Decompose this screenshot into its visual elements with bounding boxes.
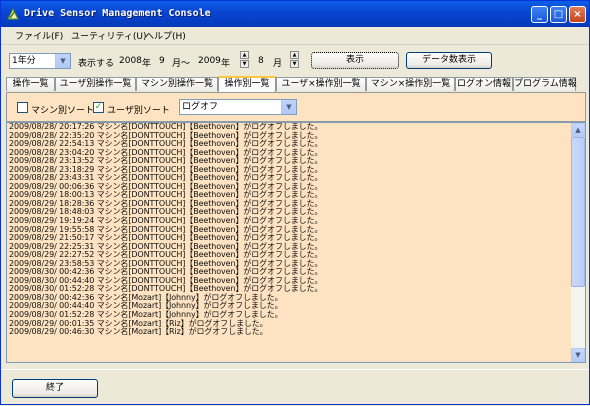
tab-strip: 操作一覧 ユーザ別操作一覧 マシン別操作一覧 操作別一覧 ユーザ×操作別一覧 マ… bbox=[6, 76, 586, 92]
app-icon bbox=[7, 7, 19, 20]
list-item[interactable] bbox=[9, 354, 569, 362]
scroll-down-icon[interactable]: ▼ bbox=[571, 348, 585, 362]
footer: 終了 bbox=[1, 369, 589, 406]
window-title: Drive Sensor Management Console bbox=[24, 8, 211, 19]
filter-panel: マシン別ソート ✓ ユーザ別ソート ログオフ ▼ bbox=[6, 92, 586, 122]
list-item[interactable] bbox=[9, 337, 569, 346]
list-item[interactable] bbox=[9, 362, 569, 363]
main-window: Drive Sensor Management Console _ □ × ファ… bbox=[0, 0, 590, 405]
month-spinner[interactable]: ▲ ▼ bbox=[290, 51, 299, 69]
display-label: 表示する bbox=[78, 59, 115, 69]
tab-operation-list[interactable]: 操作一覧 bbox=[6, 77, 55, 91]
data-count-button[interactable]: データ数表示 bbox=[406, 52, 492, 69]
tab-user-x-operation[interactable]: ユーザ×操作別一覧 bbox=[276, 77, 366, 91]
menu-utility[interactable]: ユーティリティ(U) bbox=[71, 29, 147, 42]
show-button[interactable]: 表示 bbox=[311, 52, 399, 69]
minimize-icon[interactable]: _ bbox=[531, 6, 548, 23]
to-year: 2009 bbox=[198, 56, 221, 66]
list-item[interactable]: 2009/08/29/ 00:46:30 マシン名[Mozart]【Riz】がロ… bbox=[9, 328, 569, 337]
close-icon[interactable]: × bbox=[569, 6, 586, 23]
tab-user-operation-list[interactable]: ユーザ別操作一覧 bbox=[55, 77, 136, 91]
log-rows: 2009/08/28/ 20:17:26 マシン名[DONTTOUCH]【Bee… bbox=[9, 123, 569, 363]
menu-help[interactable]: ヘルプ(H) bbox=[145, 29, 186, 42]
machine-sort-label: マシン別ソート bbox=[31, 106, 95, 116]
operation-value: ログオフ bbox=[182, 102, 219, 112]
menu-bar: ファイル(F) ユーティリティ(U) ヘルプ(H) bbox=[1, 27, 589, 45]
tab-by-operation[interactable]: 操作別一覧 bbox=[218, 76, 276, 92]
from-year: 2008 bbox=[119, 56, 142, 66]
tab-logon-info[interactable]: ログオン情報 bbox=[455, 77, 513, 91]
user-sort-checkbox[interactable]: ✓ bbox=[93, 102, 104, 113]
operation-select[interactable]: ログオフ ▼ bbox=[179, 99, 297, 115]
vertical-scrollbar[interactable]: ▲ ▼ bbox=[571, 123, 585, 362]
period-value: 1年分 bbox=[12, 56, 36, 66]
tab-program-info[interactable]: プログラム情報 bbox=[513, 77, 577, 91]
year-spinner[interactable]: ▲ ▼ bbox=[240, 51, 249, 69]
title-bar[interactable]: Drive Sensor Management Console _ □ × bbox=[1, 1, 589, 27]
period-select[interactable]: 1年分 ▼ bbox=[9, 53, 71, 69]
log-list[interactable]: 2009/08/28/ 20:17:26 マシン名[DONTTOUCH]【Bee… bbox=[6, 122, 586, 363]
month-unit-to: 月 bbox=[273, 59, 283, 69]
to-month: 8 bbox=[258, 56, 264, 66]
chevron-down-icon[interactable]: ▼ bbox=[281, 100, 296, 114]
scroll-up-icon[interactable]: ▲ bbox=[571, 123, 585, 137]
toolbar: 1年分 ▼ 表示する 2008 年 9 月～ 2009 年 ▲ ▼ 8 月 ▲ ▼ … bbox=[1, 45, 589, 73]
scroll-thumb[interactable] bbox=[571, 137, 585, 287]
list-item[interactable] bbox=[9, 345, 569, 354]
menu-file[interactable]: ファイル(F) bbox=[15, 29, 63, 42]
maximize-icon[interactable]: □ bbox=[550, 6, 567, 23]
machine-sort-checkbox[interactable] bbox=[17, 102, 28, 113]
month-unit-from: 月～ bbox=[172, 59, 191, 69]
year-unit-to: 年 bbox=[221, 59, 231, 69]
tab-machine-operation-list[interactable]: マシン別操作一覧 bbox=[136, 77, 218, 91]
from-month: 9 bbox=[159, 56, 165, 66]
year-unit-from: 年 bbox=[142, 59, 152, 69]
user-sort-label: ユーザ別ソート bbox=[107, 106, 170, 116]
chevron-down-icon[interactable]: ▼ bbox=[55, 54, 70, 68]
tab-machine-x-operation[interactable]: マシン×操作別一覧 bbox=[366, 77, 455, 91]
exit-button[interactable]: 終了 bbox=[12, 379, 98, 398]
